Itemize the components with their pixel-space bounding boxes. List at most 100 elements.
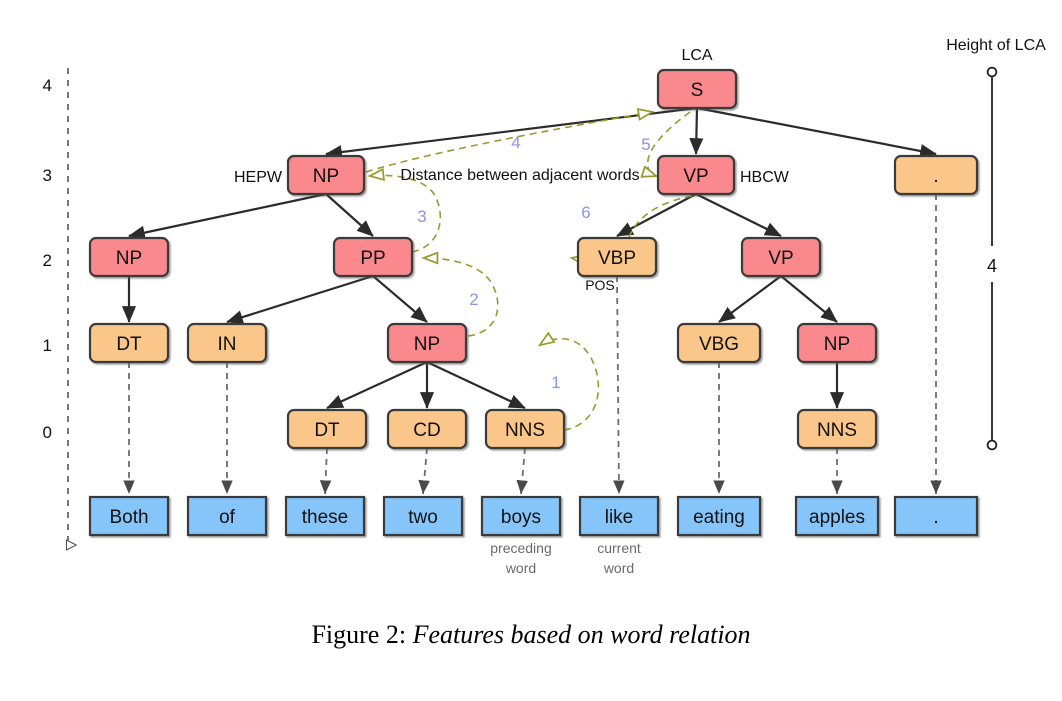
node-label: S: [691, 80, 704, 101]
node-label: NNS: [505, 420, 545, 441]
word-node-boys[interactable]: boys: [480, 495, 562, 537]
pos-node-dot[interactable]: .: [893, 154, 979, 196]
curve-number-label: 6: [581, 203, 590, 222]
node-label: CD: [413, 420, 440, 441]
tree-edge: [689, 107, 704, 155]
node-label: like: [605, 507, 634, 528]
word-node-eating[interactable]: eating: [676, 495, 762, 537]
word-node-these[interactable]: these: [284, 495, 366, 537]
scale-bottom-endpoint: [986, 439, 998, 451]
tree-edge: [325, 193, 374, 237]
tree-edge: [718, 275, 782, 323]
axis-tick-label: 1: [43, 336, 52, 355]
pos-node-cd[interactable]: CD: [386, 408, 468, 450]
figure-caption: Figure 2: Features based on word relatio…: [0, 620, 1062, 650]
parse-tree-svg: 4 3 2 1 0 1 2 3 4 5 6 S NP VP NP PP VP NP NP. VBP DT IN VBG D…: [43, 37, 1047, 576]
pos-node-nns[interactable]: NNS: [484, 408, 566, 450]
node-label: two: [408, 507, 438, 528]
node-label: VBG: [699, 334, 739, 355]
curve-number-label: 3: [417, 207, 426, 226]
tree-edge: [426, 361, 526, 409]
node-label: NP: [414, 334, 440, 355]
axis-tick-label: 2: [43, 251, 52, 270]
pos-node-vbg[interactable]: VBG: [676, 322, 762, 364]
node-label: .: [933, 166, 938, 187]
hepw-label: HEPW: [234, 169, 283, 186]
current-word-label: current: [597, 540, 641, 556]
phrase-node-np[interactable]: NP: [386, 322, 468, 364]
distance-label: Distance between adjacent words: [400, 167, 639, 184]
phrase-node-pp[interactable]: PP: [332, 236, 414, 278]
leaf-dashed-edge: [516, 447, 528, 495]
tree-edge: [780, 275, 838, 323]
node-label: IN: [218, 334, 237, 355]
node-label: Both: [109, 507, 148, 528]
phrase-node-np[interactable]: NP: [88, 236, 170, 278]
leaf-dashed-edge: [418, 447, 430, 495]
tree-edge: [326, 361, 428, 409]
pos-node-nns[interactable]: NNS: [796, 408, 878, 450]
preceding-word-label-2: word: [505, 560, 536, 576]
node-label: these: [302, 507, 348, 528]
phrase-node-s[interactable]: S: [656, 68, 738, 110]
curve-number-label: 2: [469, 290, 478, 309]
tree-edge: [128, 192, 327, 240]
pos-node-dt[interactable]: DT: [286, 408, 368, 450]
pos-node-vbp[interactable]: VBP: [576, 236, 658, 278]
feature-curve: [365, 112, 652, 173]
word-node-dot[interactable]: .: [893, 495, 979, 537]
height-axis: 4 3 2 1 0: [43, 68, 68, 545]
curve-number-label: 1: [551, 373, 560, 392]
word-node-apples[interactable]: apples: [794, 495, 880, 537]
height-of-lca-value: 4: [987, 256, 997, 276]
pos-node-in[interactable]: IN: [186, 322, 268, 364]
word-node-two[interactable]: two: [382, 495, 464, 537]
word-node-like[interactable]: like: [578, 495, 660, 537]
node-label: apples: [809, 507, 865, 528]
node-label: NP: [824, 334, 850, 355]
node-label: DT: [116, 334, 142, 355]
axis-tick-label: 0: [43, 423, 52, 442]
word-node-both[interactable]: Both: [88, 495, 170, 537]
axis-tick-label: 3: [43, 166, 52, 185]
hbcw-label: HBCW: [740, 169, 790, 186]
pos-label: POS: [585, 277, 615, 293]
current-word-label-2: word: [603, 560, 634, 576]
tree-edge: [696, 106, 937, 158]
node-label: VP: [683, 166, 708, 187]
leaf-dashed-edge: [613, 275, 625, 495]
scale-top-endpoint: [986, 66, 998, 78]
tree-edge: [226, 274, 374, 324]
height-of-lca-title: Height of LCA: [946, 37, 1046, 54]
node-label: DT: [314, 420, 340, 441]
tree-nodes: S NP VP NP PP VP NP NP. VBP DT IN VBG DT CD NNS NNS Both…: [88, 68, 979, 537]
tree-edge: [616, 193, 697, 237]
node-label: NP: [116, 248, 142, 269]
curve-number-label: 5: [641, 135, 650, 154]
tree-edge: [695, 193, 782, 237]
node-label: eating: [693, 507, 745, 528]
caption-label: Figure 2:: [311, 620, 407, 649]
lca-label: LCA: [681, 47, 712, 64]
caption-title: Features based on word relation: [412, 620, 751, 649]
phrase-node-np[interactable]: NP: [286, 154, 366, 196]
phrase-node-vp[interactable]: VP: [656, 154, 736, 196]
tree-edge: [372, 275, 428, 323]
node-label: NNS: [817, 420, 857, 441]
figure-container: 4 3 2 1 0 1 2 3 4 5 6 S NP VP NP PP VP NP NP. VBP DT IN VBG D…: [0, 0, 1062, 701]
annotation-labels: LCA HEPW HBCW POS Distance between adjacent …: [234, 37, 1046, 576]
leaf-dashed-edge: [319, 447, 332, 495]
phrase-node-vp[interactable]: VP: [740, 236, 822, 278]
node-label: of: [219, 507, 236, 528]
node-label: VP: [768, 248, 793, 269]
node-label: NP: [313, 166, 339, 187]
word-node-of[interactable]: of: [186, 495, 268, 537]
axis-tick-label: 4: [43, 76, 52, 95]
curve-number-label: 4: [511, 133, 520, 152]
node-label: VBP: [598, 248, 636, 269]
pos-node-dt[interactable]: DT: [88, 322, 170, 364]
node-label: .: [933, 507, 938, 528]
node-label: boys: [501, 507, 541, 528]
phrase-node-np[interactable]: NP: [796, 322, 878, 364]
node-label: PP: [360, 248, 385, 269]
